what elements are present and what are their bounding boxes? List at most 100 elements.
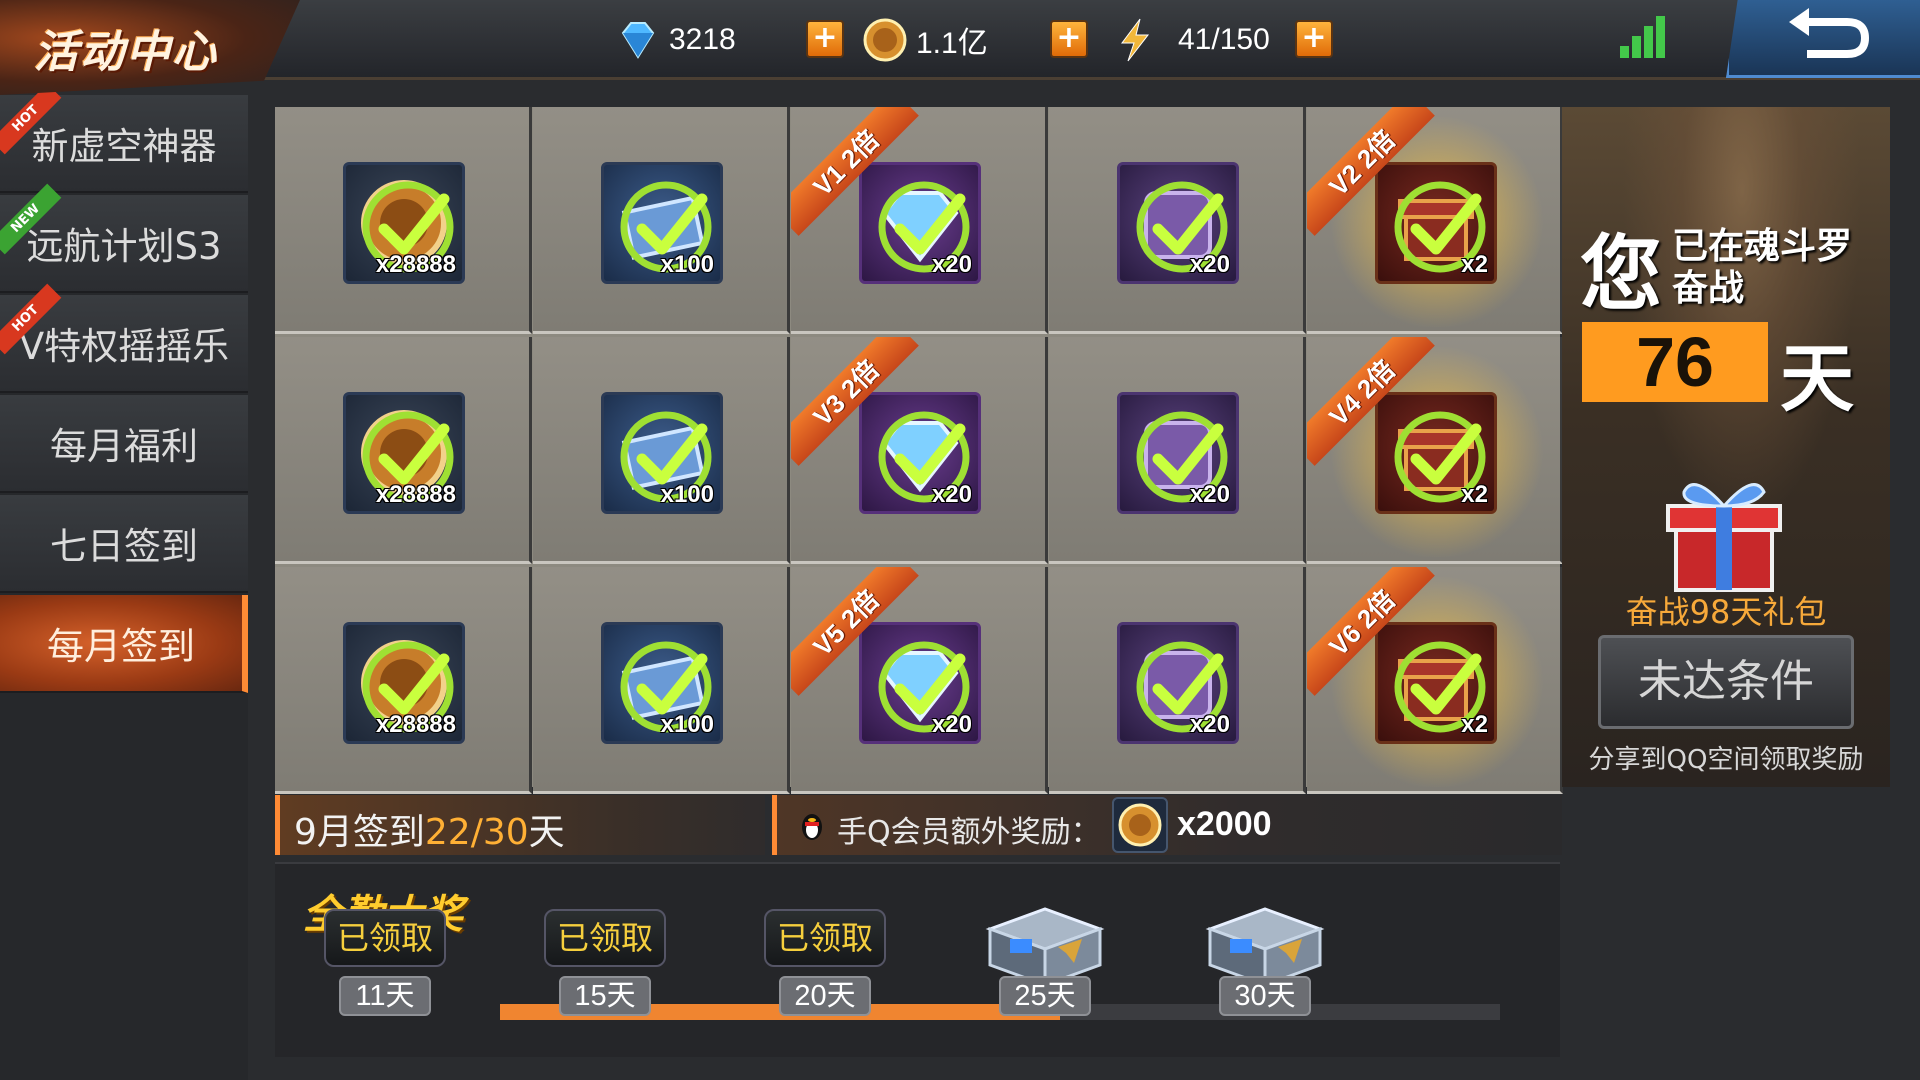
add-diamond-button[interactable]: + (806, 20, 844, 58)
sidebar-item-label: 七日签到 (50, 525, 198, 568)
gold-coin-icon (863, 18, 907, 62)
diamond-counter: 3218 (615, 14, 736, 66)
reward-item: x2 (1375, 622, 1497, 744)
reward-qty: x20 (931, 711, 972, 738)
diamond-icon (621, 22, 655, 59)
reward-cell[interactable]: x100 (533, 337, 790, 564)
sidebar-item-voyage-plan[interactable]: NEW 远航计划S3 (0, 183, 248, 293)
gold-coin-icon (1118, 803, 1162, 847)
reward-qty: x100 (660, 711, 714, 738)
reward-qty: x100 (660, 251, 714, 278)
claimed-badge: 已领取 (324, 909, 446, 967)
days-unit: 天 (1780, 336, 1854, 422)
monthly-signin-progress: 9月签到22/30天 (275, 795, 765, 855)
reward-cell[interactable]: x2 V6 2倍 (1307, 567, 1563, 794)
milestone-day-label: 15天 (559, 976, 651, 1016)
gold-count: 1.1亿 (916, 27, 988, 60)
reward-qty: x28888 (375, 481, 456, 508)
reward-qty: x20 (1189, 481, 1230, 508)
qq-penguin-icon (802, 814, 822, 840)
reward-cell[interactable]: x20 V5 2倍 (791, 567, 1048, 794)
signin-month-label: 9月签到 (294, 812, 425, 853)
full-attendance-section: 全勤大奖 已领取11天已领取15天已领取20天25天30天 (275, 862, 1560, 1057)
sidebar-item-monthly-welfare[interactable]: 每月福利 (0, 395, 248, 493)
reward-item: x28888 (343, 162, 465, 284)
back-arrow-icon (1789, 8, 1870, 58)
reward-item: x20 (1117, 622, 1239, 744)
days-count: 76 (1582, 322, 1768, 402)
reward-cell[interactable]: x20 (1049, 337, 1306, 564)
reward-qty: x20 (1189, 711, 1230, 738)
sidebar-item-label: 每月签到 (47, 625, 195, 668)
reward-cell[interactable]: x28888 (275, 337, 532, 564)
reward-qty: x2 (1461, 481, 1488, 508)
qq-bonus-qty: x2000 (1177, 805, 1272, 843)
reward-qty: x20 (1189, 251, 1230, 278)
milestone-day-label: 30天 (1219, 976, 1311, 1016)
reward-qty: x2 (1461, 251, 1488, 278)
reward-item: x20 (859, 392, 981, 514)
reward-side-panel: 您 已在魂斗罗 奋战 76 天 奋战98天礼包 未达条件 分享到QQ空间领取奖励 (1562, 107, 1890, 787)
sidebar-item-seven-day-signin[interactable]: 七日签到 (0, 495, 248, 593)
gold-counter: 1.1亿 (862, 14, 988, 66)
milestone-day-label: 11天 (339, 976, 431, 1016)
share-qzone-text[interactable]: 分享到QQ空间领取奖励 (1562, 739, 1890, 776)
reward-cell[interactable]: x20 (1049, 107, 1306, 334)
reward-item: x100 (601, 392, 723, 514)
signal-icon (1620, 16, 1665, 58)
reward-cell[interactable]: x20 V1 2倍 (791, 107, 1048, 334)
diamond-count: 3218 (669, 23, 736, 56)
signin-day-unit: 天 (528, 812, 565, 853)
sidebar: HOT 新虚空神器 NEW 远航计划S3 HOT V特权摇摇乐 每月福利 七日签… (0, 83, 248, 1080)
add-energy-button[interactable]: + (1295, 20, 1333, 58)
reward-cell[interactable]: x2 V2 2倍 (1307, 107, 1563, 334)
sidebar-item-label: 远航计划S3 (26, 225, 222, 268)
reward-item: x2 (1375, 162, 1497, 284)
reward-item: x20 (859, 622, 981, 744)
reward-item: x20 (1117, 392, 1239, 514)
energy-counter: 41/150 (1112, 14, 1270, 66)
reward-item: x100 (601, 162, 723, 284)
reward-qty: x20 (931, 251, 972, 278)
reward-cell[interactable]: x100 (533, 107, 790, 334)
energy-count: 41/150 (1178, 23, 1270, 56)
sidebar-item-label: 每月福利 (50, 425, 198, 468)
qq-bonus-label: 手Q会员额外奖励： (837, 815, 1101, 850)
treasure-chest-icon[interactable] (1190, 889, 1340, 989)
reward-cell[interactable]: x100 (533, 567, 790, 794)
signin-progress-count: 22/30 (424, 812, 529, 853)
reward-cell[interactable]: x20 V3 2倍 (791, 337, 1048, 564)
milestone-day-label: 25天 (999, 976, 1091, 1016)
back-button[interactable] (1726, 0, 1920, 78)
sidebar-item-label: V特权摇摇乐 (18, 325, 230, 368)
reward-qty: x28888 (375, 711, 456, 738)
reward-item: x28888 (343, 622, 465, 744)
reward-item: x100 (601, 622, 723, 744)
sidebar-item-void-artifact[interactable]: HOT 新虚空神器 (0, 83, 248, 193)
reward-cell[interactable]: x28888 (275, 567, 532, 794)
sidebar-item-label: 新虚空神器 (31, 125, 217, 168)
you-text: 您 (1580, 226, 1663, 322)
reward-item: x20 (859, 162, 981, 284)
reward-item: x28888 (343, 392, 465, 514)
sidebar-item-v-privilege[interactable]: HOT V特权摇摇乐 (0, 283, 248, 393)
reward-cell[interactable]: x28888 (275, 107, 532, 334)
reward-qty: x2 (1461, 711, 1488, 738)
claimed-badge: 已领取 (544, 909, 666, 967)
page-title: 活动中心 (34, 26, 218, 78)
treasure-chest-icon[interactable] (970, 889, 1120, 989)
gift-pack-label: 奋战98天礼包 (1625, 593, 1827, 631)
add-gold-button[interactable]: + (1050, 20, 1088, 58)
reward-cell[interactable]: x2 V4 2倍 (1307, 337, 1563, 564)
reward-cell[interactable]: x20 (1049, 567, 1306, 794)
reward-qty: x28888 (375, 251, 456, 278)
activity-center-logo: 活动中心 (0, 0, 300, 95)
reward-qty: x100 (660, 481, 714, 508)
fight-text: 奋战 (1672, 268, 1745, 309)
milestone-day-label: 20天 (779, 976, 871, 1016)
signin-reward-grid: x28888 x100 x20 V1 2倍 x20 x2 V2 2倍 x28888 x100 x2… (275, 107, 1563, 794)
qq-bonus-item[interactable] (1112, 797, 1168, 853)
claim-gift-button[interactable]: 未达条件 (1598, 635, 1854, 729)
qq-member-bonus: 手Q会员额外奖励： x2000 (772, 795, 1562, 855)
sidebar-item-monthly-signin[interactable]: 每月签到 (0, 595, 248, 693)
